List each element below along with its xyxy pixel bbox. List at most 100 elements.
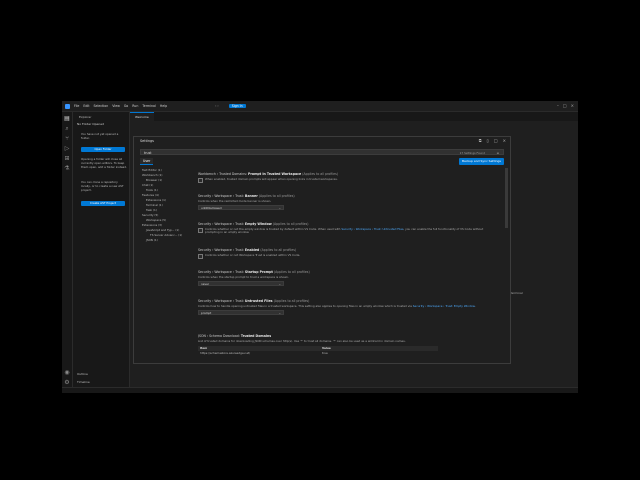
- activity-bar: ▤ ⌕ ⑂ ▷ ⊞ ⚗ ◉ ⚙: [62, 112, 73, 393]
- menu-terminal[interactable]: Terminal: [142, 104, 155, 108]
- toc-item[interactable]: Security (5): [142, 213, 158, 217]
- toc-item[interactable]: Chat (1): [142, 183, 153, 187]
- setting-category: Security › Workspace › Trust:: [198, 194, 245, 198]
- select-value: untilDismissed: [201, 206, 222, 211]
- toc-item[interactable]: Tools (1): [146, 188, 158, 192]
- account-icon[interactable]: ◉: [64, 370, 70, 376]
- setting-description: List of trusted domains for downloading …: [198, 338, 406, 343]
- toc-item[interactable]: TS Server Advanc... (1): [150, 233, 182, 237]
- minimize-icon[interactable]: –: [557, 103, 559, 108]
- panel-header[interactable]: Terminal: [510, 291, 523, 295]
- explorer-sidebar: Explorer No Folder Opened You have not y…: [73, 112, 130, 393]
- menu-view[interactable]: View: [112, 104, 120, 108]
- toc-item[interactable]: JSON (1): [146, 238, 158, 242]
- setting-name: Banner: [244, 194, 258, 198]
- setting-checkbox[interactable]: [198, 227, 203, 233]
- menu-go[interactable]: Go: [124, 104, 128, 108]
- chevron-down-icon: ⌄: [278, 206, 281, 211]
- menu-selection[interactable]: Selection: [94, 104, 109, 108]
- toc-item[interactable]: Task (1): [146, 208, 157, 212]
- search-value: trust: [144, 151, 152, 155]
- sidebar-title: Explorer: [79, 115, 92, 119]
- backup-sync-button[interactable]: Backup and Sync Settings: [458, 158, 504, 165]
- table-cell-item: https://schemastore.azureedge.net/: [200, 351, 251, 356]
- no-folder-section[interactable]: No Folder Opened: [77, 122, 104, 126]
- explorer-icon[interactable]: ▤: [64, 116, 70, 122]
- open-folder-hint: Opening a folder will close all currentl…: [81, 157, 127, 169]
- open-folder-button[interactable]: Open Folder: [81, 147, 125, 152]
- setting-scope: (Applies to all profiles): [273, 299, 310, 303]
- setting-description: Controls when the startup prompt to trus…: [198, 274, 290, 279]
- back-forward-icon[interactable]: ‹ ›: [215, 104, 219, 108]
- trusted-domains-table: Item Value https://schemastore.azureedge…: [198, 346, 438, 356]
- sign-in-button[interactable]: Sign In: [228, 104, 246, 108]
- outline-section[interactable]: Outline: [77, 372, 88, 376]
- chevron-down-icon: ⌄: [278, 282, 281, 287]
- testing-icon[interactable]: ⚗: [64, 166, 70, 172]
- split-editor-icon[interactable]: ▯: [487, 138, 489, 143]
- setting-description-end: .: [474, 303, 476, 308]
- setting-name: Enabled: [244, 248, 260, 252]
- toc-item[interactable]: Browser (1): [146, 178, 162, 182]
- menu-run[interactable]: Run: [132, 104, 138, 108]
- manage-gear-icon[interactable]: ⚙: [64, 380, 70, 386]
- setting-category: Security › Workspace › Trust:: [198, 270, 245, 274]
- search-icon[interactable]: ⌕: [64, 126, 70, 132]
- setting-trust-banner: Security › Workspace › Trust: Banner (Ap…: [198, 194, 498, 211]
- setting-scope: (Applies to all profiles): [272, 222, 309, 226]
- setting-name: Prompt In Trusted Workspace: [247, 172, 302, 176]
- toc-item[interactable]: JavaScript and Typ... (1): [146, 228, 179, 232]
- toc-item[interactable]: Text Editor (1): [142, 168, 162, 172]
- startup-prompt-select[interactable]: never ⌄: [198, 281, 284, 287]
- setting-description: When enabled, trusted domain prompts wil…: [205, 176, 338, 181]
- filter-icon[interactable]: ≡: [496, 150, 499, 156]
- menu-edit[interactable]: Edit: [83, 104, 89, 108]
- select-value: never: [201, 282, 210, 287]
- settings-scrollbar[interactable]: [505, 168, 508, 228]
- setting-link[interactable]: Security › Workspace › Trust: Untrusted …: [341, 227, 403, 231]
- banner-select[interactable]: untilDismissed ⌄: [198, 205, 284, 211]
- toc-item[interactable]: Workspace (5): [146, 218, 166, 222]
- timeline-section[interactable]: Timeline: [77, 380, 90, 384]
- setting-checkbox[interactable]: [198, 253, 203, 259]
- setting-name: Trusted Domains: [240, 334, 272, 338]
- toc-item[interactable]: Extensions (1): [146, 198, 166, 202]
- settings-list: Workbench › Trusted Domains: Prompt In T…: [198, 168, 504, 358]
- open-json-icon[interactable]: ⧉: [479, 138, 482, 143]
- setting-description: Controls when the restricted mode banner…: [198, 198, 272, 203]
- settings-toc: Text Editor (1) Workbench (1) Browser (1…: [140, 168, 196, 358]
- menu-help[interactable]: Help: [160, 104, 167, 108]
- dialog-controls: ⧉ ▯ □ ×: [479, 138, 506, 143]
- close-dialog-icon[interactable]: ×: [503, 138, 506, 143]
- close-icon[interactable]: ×: [571, 103, 574, 108]
- setting-category: Security › Workspace › Trust:: [198, 222, 245, 226]
- setting-json-trusted-domains: JSON › Schema Download: Trusted Domains …: [198, 334, 498, 356]
- toc-item[interactable]: Features (4): [142, 193, 159, 197]
- setting-trust-startup-prompt: Security › Workspace › Trust: Startup Pr…: [198, 270, 498, 287]
- setting-scope: (Applies to all profiles): [273, 270, 310, 274]
- run-debug-icon[interactable]: ▷: [64, 146, 70, 152]
- settings-search-input[interactable]: trust 17 Settings Found ≡: [140, 149, 504, 155]
- setting-checkbox[interactable]: [198, 177, 203, 183]
- setting-name: Empty Window: [244, 222, 272, 226]
- table-row[interactable]: https://schemastore.azureedge.net/ true: [198, 351, 438, 356]
- setting-name: Untrusted Files: [244, 299, 273, 303]
- source-control-icon[interactable]: ⑂: [64, 136, 70, 142]
- toc-item[interactable]: Terminal (1): [146, 203, 163, 207]
- setting-name: Startup Prompt: [244, 270, 273, 274]
- table-cell-value: true: [322, 351, 328, 356]
- setting-description: Controls whether or not Workspace Trust …: [205, 252, 301, 257]
- title-bar: File Edit Selection View Go Run Terminal…: [62, 101, 578, 112]
- toc-item[interactable]: Extensions (3): [142, 223, 162, 227]
- tab-user[interactable]: User: [140, 158, 154, 165]
- menu-file[interactable]: File: [74, 104, 79, 108]
- create-project-button[interactable]: Create AST Project: [81, 201, 125, 206]
- setting-link[interactable]: Security › Workspace › Trust: Empty Wind…: [413, 304, 475, 308]
- maximize-icon[interactable]: □: [563, 103, 567, 108]
- toc-item[interactable]: Workbench (1): [142, 173, 163, 177]
- maximize-dialog-icon[interactable]: □: [494, 138, 498, 143]
- untrusted-files-select[interactable]: prompt ⌄: [198, 310, 284, 316]
- extensions-icon[interactable]: ⊞: [64, 156, 70, 162]
- window-controls: – □ ×: [557, 103, 574, 108]
- settings-dialog: Settings ⧉ ▯ □ × trust 17 Settings Found…: [133, 136, 511, 364]
